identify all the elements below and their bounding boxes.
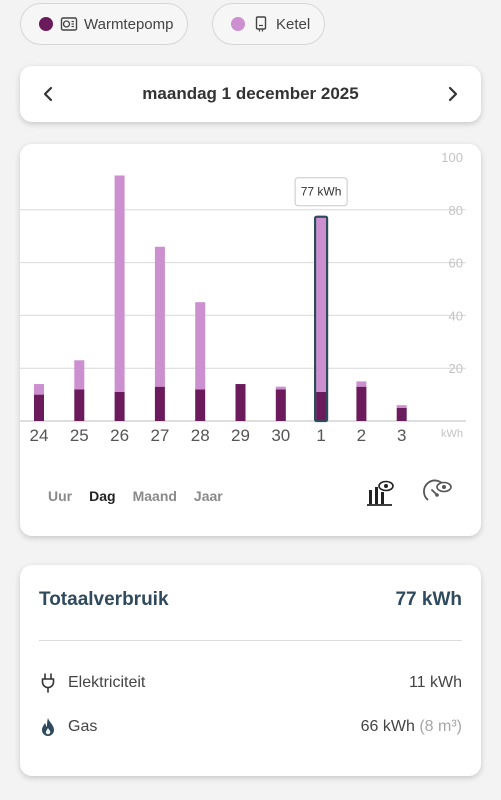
period-tabs: Uur Dag Maand Jaar: [48, 488, 240, 504]
tooltip-text: 77 kWh: [301, 185, 342, 199]
heatpump-icon: [60, 15, 78, 33]
totals-card: Totaalverbruik 77 kWh Elektriciteit 11 k…: [20, 565, 481, 776]
bar-warmtepomp: [154, 386, 165, 421]
y-tick-label: 40: [449, 308, 463, 323]
bar-ketel: [114, 175, 125, 392]
gas-volume: (8 m³): [419, 718, 462, 735]
x-tick-label: 30: [271, 426, 290, 445]
y-unit-label: kWh: [441, 428, 463, 440]
electricity-row: Elektriciteit 11 kWh: [39, 661, 462, 705]
chevron-left-icon[interactable]: [36, 82, 60, 106]
legend-chip-warmtepomp[interactable]: Warmtepomp: [20, 3, 189, 45]
x-tick-label: 25: [70, 426, 89, 445]
chart-card: 100 80 60 40 20 kWh 24 25 26 27 28 29 30 77 kWh 1 2 3 Uu…: [20, 144, 481, 536]
bar-warmtepomp: [275, 389, 286, 421]
tab-dag[interactable]: Dag: [89, 488, 115, 504]
bar-warmtepomp: [396, 407, 407, 421]
gauge-view-icon[interactable]: [423, 478, 453, 508]
bar-ketel: [154, 246, 165, 387]
bar-ketel: [356, 381, 367, 387]
y-tick-label: 100: [441, 150, 463, 165]
bar-warmtepomp: [235, 384, 246, 421]
bar-warmtepomp: [74, 389, 85, 421]
x-tick-label: 29: [231, 426, 250, 445]
energy-bar-chart[interactable]: 100 80 60 40 20 kWh 24 25 26 27 28 29 30 77 kWh 1 2 3: [20, 144, 481, 454]
y-tick-label: 60: [449, 256, 463, 271]
warmtepomp-color-dot: [39, 17, 53, 31]
gas-amounts: 66 kWh (8 m³): [361, 718, 462, 736]
total-value: 77 kWh: [395, 588, 462, 610]
y-tick-label: 20: [449, 361, 463, 376]
bar-ketel: [316, 217, 327, 392]
legend-label: Ketel: [276, 15, 311, 33]
chevron-right-icon[interactable]: [441, 82, 465, 106]
bar-ketel: [74, 360, 85, 390]
x-tick-label: 2: [357, 426, 366, 445]
x-tick-label: 3: [397, 426, 406, 445]
legend-chip-ketel[interactable]: Ketel: [212, 3, 326, 45]
total-title: Totaalverbruik: [39, 588, 169, 610]
gas-label: Gas: [68, 718, 98, 735]
date-navigator: maandag 1 december 2025: [20, 66, 481, 122]
boiler-icon: [252, 15, 270, 33]
legend-label: Warmtepomp: [84, 15, 174, 33]
bar-chart-view-icon[interactable]: [366, 478, 396, 508]
x-tick-label: 1: [316, 426, 325, 445]
gas-value: 66 kWh: [360, 718, 415, 735]
tab-uur[interactable]: Uur: [48, 488, 72, 504]
y-tick-label: 80: [449, 203, 463, 218]
bar-warmtepomp: [316, 391, 327, 421]
bar-ketel: [195, 302, 206, 390]
ketel-color-dot: [231, 17, 245, 31]
bar-warmtepomp: [356, 386, 367, 421]
electricity-value: 11 kWh: [408, 674, 462, 691]
x-tick-label: 26: [110, 426, 129, 445]
bar-ketel: [396, 405, 407, 408]
bar-warmtepomp: [114, 391, 125, 421]
tab-maand[interactable]: Maand: [133, 488, 177, 504]
gas-row: Gas 66 kWh (8 m³): [39, 705, 462, 749]
x-tick-label: 27: [150, 426, 169, 445]
x-tick-label: 24: [30, 426, 49, 445]
bar-ketel: [34, 384, 44, 395]
electricity-label: Elektriciteit: [68, 674, 146, 691]
plug-icon: [39, 673, 57, 693]
bar-warmtepomp: [34, 394, 44, 421]
flame-icon: [39, 717, 57, 737]
bar-ketel: [275, 386, 286, 390]
x-tick-label: 28: [191, 426, 210, 445]
date-title: maandag 1 december 2025: [142, 84, 359, 103]
bar-warmtepomp: [195, 389, 206, 421]
tab-jaar[interactable]: Jaar: [194, 488, 223, 504]
